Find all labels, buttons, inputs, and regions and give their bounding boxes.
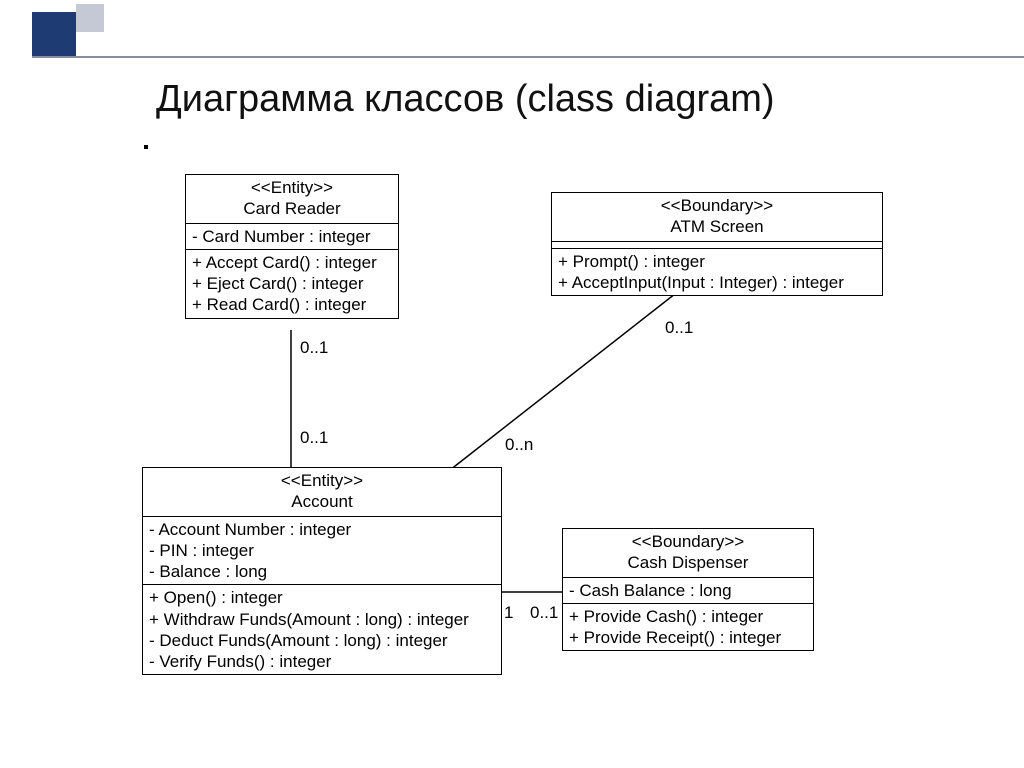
multiplicity-cardreader-end: 0..1: [300, 338, 328, 358]
class-account: <<Entity>> Account - Account Number : in…: [142, 467, 502, 675]
operation: + Provide Receipt() : integer: [569, 627, 807, 648]
attribute: - Cash Balance : long: [569, 580, 807, 601]
decor-dot: [144, 145, 148, 149]
attribute: - Card Number : integer: [192, 226, 392, 247]
decor-square-dark: [32, 12, 76, 56]
class-name: Account: [151, 491, 493, 512]
operation: + Provide Cash() : integer: [569, 606, 807, 627]
multiplicity-atmscreen-end: 0..1: [665, 318, 693, 338]
decor-top-rule: [32, 56, 1024, 58]
class-atm-screen: <<Boundary>> ATM Screen + Prompt() : int…: [551, 192, 883, 296]
operation: + AcceptInput(Input : Integer) : integer: [558, 272, 876, 293]
multiplicity-account-end-atm: 0..n: [505, 435, 533, 455]
operation: + Read Card() : integer: [192, 294, 392, 315]
decor-square-light: [76, 4, 104, 32]
class-cash-dispenser: <<Boundary>> Cash Dispenser - Cash Balan…: [562, 528, 814, 651]
attribute: - PIN : integer: [149, 540, 495, 561]
multiplicity-account-end-cd: 1: [504, 603, 513, 623]
operation: + Eject Card() : integer: [192, 273, 392, 294]
slide: Диаграмма классов (class diagram) <<Enti…: [0, 0, 1024, 768]
multiplicity-cashdispenser-end: 0..1: [530, 603, 558, 623]
attribute: - Account Number : integer: [149, 519, 495, 540]
stereotype: <<Boundary>>: [571, 531, 805, 552]
attribute: - Balance : long: [149, 561, 495, 582]
stereotype: <<Entity>>: [151, 470, 493, 491]
operation: + Withdraw Funds(Amount : long) : intege…: [149, 609, 495, 630]
class-name: ATM Screen: [560, 216, 874, 237]
class-name: Cash Dispenser: [571, 552, 805, 573]
slide-title: Диаграмма классов (class diagram): [156, 78, 775, 121]
stereotype: <<Boundary>>: [560, 195, 874, 216]
operation: - Verify Funds() : integer: [149, 651, 495, 672]
class-name: Card Reader: [194, 198, 390, 219]
operation: + Open() : integer: [149, 587, 495, 608]
operation: - Deduct Funds(Amount : long) : integer: [149, 630, 495, 651]
class-card-reader: <<Entity>> Card Reader - Card Number : i…: [185, 174, 399, 319]
stereotype: <<Entity>>: [194, 177, 390, 198]
empty-attributes: [552, 242, 882, 249]
operation: + Prompt() : integer: [558, 251, 876, 272]
multiplicity-account-end-cr: 0..1: [300, 428, 328, 448]
operation: + Accept Card() : integer: [192, 252, 392, 273]
